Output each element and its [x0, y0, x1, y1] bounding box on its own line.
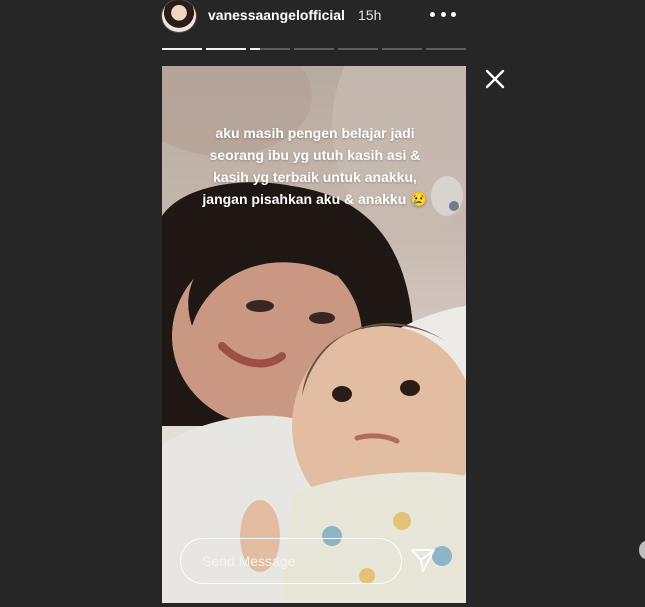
close-icon-glyph [485, 69, 505, 89]
progress-fill [162, 48, 202, 50]
timestamp: 15h [358, 7, 382, 23]
caption-line: jangan pisahkan aku & anakku 😢 [202, 191, 428, 207]
send-icon-glyph [411, 549, 435, 572]
more-options-icon[interactable] [430, 5, 456, 23]
story-progress-bar [162, 48, 466, 51]
progress-fill [206, 48, 246, 50]
progress-segment [426, 48, 466, 50]
more-dot [440, 11, 446, 17]
caption-line: aku masih pengen belajar jadi [215, 125, 415, 141]
close-icon[interactable] [482, 66, 508, 92]
story-media[interactable]: aku masih pengen belajar jadi seorang ib… [162, 66, 466, 603]
scroll-handle[interactable] [639, 541, 645, 559]
progress-segment [250, 48, 290, 50]
caption-line: seorang ibu yg utuh kasih asi & [209, 147, 421, 163]
progress-fill [250, 48, 260, 50]
user-avatar[interactable] [162, 0, 196, 32]
story-caption: aku masih pengen belajar jadi seorang ib… [180, 122, 450, 210]
progress-segment [294, 48, 334, 50]
send-message-input[interactable] [180, 538, 402, 584]
caption-line: kasih yg terbaik untuk anakku, [213, 169, 417, 185]
progress-segment [338, 48, 378, 50]
progress-segment [382, 48, 422, 50]
username[interactable]: vanessaangelofficial [208, 7, 345, 23]
story-header: vanessaangelofficial 15h [162, 0, 466, 34]
progress-segment [206, 48, 246, 50]
story-viewer: vanessaangelofficial 15h aku masih penge… [0, 0, 645, 607]
progress-segment [162, 48, 202, 50]
more-dot [430, 11, 435, 17]
more-dot [451, 11, 456, 17]
send-icon[interactable] [409, 546, 439, 576]
